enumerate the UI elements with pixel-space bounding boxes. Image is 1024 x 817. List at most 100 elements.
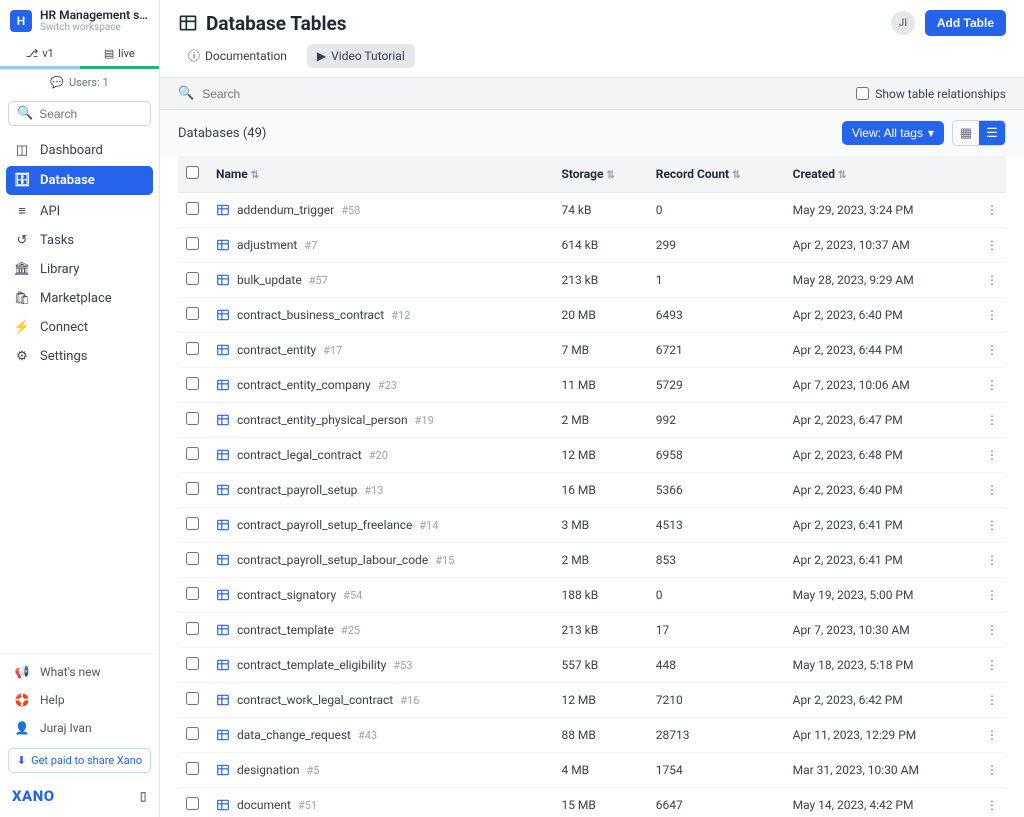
col-record-count[interactable]: Record Count⇅ — [648, 156, 785, 193]
row-checkbox[interactable] — [186, 692, 199, 705]
table-row[interactable]: contract_signatory #54188 kB0May 19, 202… — [178, 578, 1006, 613]
table-row[interactable]: contract_entity_company #2311 MB5729Apr … — [178, 368, 1006, 403]
row-checkbox[interactable] — [186, 482, 199, 495]
row-menu-button[interactable]: ⋮ — [978, 298, 1006, 333]
row-select — [178, 438, 208, 473]
row-checkbox[interactable] — [186, 517, 199, 530]
row-checkbox[interactable] — [186, 377, 199, 390]
nav-dashboard[interactable]: ◫Dashboard — [0, 136, 159, 165]
row-menu-button[interactable]: ⋮ — [978, 718, 1006, 753]
table-row[interactable]: contract_work_legal_contract #1612 MB721… — [178, 683, 1006, 718]
table-row[interactable]: contract_entity_physical_person #192 MB9… — [178, 403, 1006, 438]
nav-api[interactable]: ≡API — [0, 196, 159, 226]
row-checkbox[interactable] — [186, 552, 199, 565]
row-menu-button[interactable]: ⋮ — [978, 438, 1006, 473]
table-row[interactable]: contract_payroll_setup_labour_code #152 … — [178, 543, 1006, 578]
table-row[interactable]: adjustment #7614 kB299Apr 2, 2023, 10:37… — [178, 228, 1006, 263]
nav-database[interactable]: 🗄Database — [6, 166, 153, 195]
row-checkbox[interactable] — [186, 587, 199, 600]
row-checkbox[interactable] — [186, 657, 199, 670]
col-name[interactable]: Name⇅ — [208, 156, 553, 193]
row-checkbox[interactable] — [186, 762, 199, 775]
nav-connect[interactable]: ⚡Connect — [0, 313, 159, 342]
main-nav: ◫Dashboard 🗄Database ≡API ↺Tasks 🏛Librar… — [0, 132, 159, 375]
table-row[interactable]: contract_payroll_setup_freelance #143 MB… — [178, 508, 1006, 543]
table-row[interactable]: contract_legal_contract #2012 MB6958Apr … — [178, 438, 1006, 473]
row-menu-button[interactable]: ⋮ — [978, 333, 1006, 368]
row-name: contract_entity_company — [237, 378, 371, 392]
table-row[interactable]: contract_entity #177 MB6721Apr 2, 2023, … — [178, 333, 1006, 368]
view-tags-button[interactable]: View: All tags▾ — [842, 121, 944, 145]
collapse-icon[interactable]: ▯ — [140, 789, 147, 803]
row-menu-button[interactable]: ⋮ — [978, 788, 1006, 817]
row-name: contract_template_eligibility — [237, 658, 386, 672]
row-menu-button[interactable]: ⋮ — [978, 508, 1006, 543]
row-name: contract_signatory — [237, 588, 336, 602]
table-row[interactable]: bulk_update #57213 kB1May 28, 2023, 9:29… — [178, 263, 1006, 298]
row-checkbox[interactable] — [186, 727, 199, 740]
row-checkbox[interactable] — [186, 342, 199, 355]
row-menu-button[interactable]: ⋮ — [978, 403, 1006, 438]
row-checkbox[interactable] — [186, 622, 199, 635]
row-checkbox[interactable] — [186, 412, 199, 425]
nav-tasks[interactable]: ↺Tasks — [0, 226, 159, 255]
row-record-count: 4513 — [648, 508, 785, 543]
row-checkbox[interactable] — [186, 797, 199, 810]
col-storage[interactable]: Storage⇅ — [553, 156, 647, 193]
nav-marketplace[interactable]: 🛍Marketplace — [0, 284, 159, 313]
workspace-switcher[interactable]: H HR Management sy... Switch workspace — [0, 0, 159, 41]
table-row[interactable]: addendum_trigger #5874 kB0May 29, 2023, … — [178, 193, 1006, 228]
connect-icon: ⚡ — [14, 320, 30, 335]
row-menu-button[interactable]: ⋮ — [978, 753, 1006, 788]
row-menu-button[interactable]: ⋮ — [978, 368, 1006, 403]
row-checkbox[interactable] — [186, 237, 199, 250]
table-row[interactable]: contract_template #25213 kB17Apr 7, 2023… — [178, 613, 1006, 648]
row-menu-button[interactable]: ⋮ — [978, 263, 1006, 298]
table-search-input[interactable] — [202, 87, 848, 101]
env-tab-v1[interactable]: ⎇ v1 — [0, 41, 80, 69]
nav-whatsnew[interactable]: 📢What's new — [0, 658, 159, 686]
row-menu-button[interactable]: ⋮ — [978, 648, 1006, 683]
col-created[interactable]: Created⇅ — [785, 156, 978, 193]
show-relationships-toggle[interactable]: Show table relationships — [856, 87, 1006, 101]
row-menu-button[interactable]: ⋮ — [978, 613, 1006, 648]
table-row[interactable]: document #5115 MB6647May 14, 2023, 4:42 … — [178, 788, 1006, 817]
env-tab-live[interactable]: ▤ live — [80, 41, 160, 69]
user-avatar[interactable]: JI — [891, 11, 915, 35]
documentation-link[interactable]: ⓘDocumentation — [178, 42, 297, 69]
row-checkbox[interactable] — [186, 272, 199, 285]
add-table-button[interactable]: Add Table — [925, 10, 1006, 36]
row-menu-button[interactable]: ⋮ — [978, 543, 1006, 578]
nav-library[interactable]: 🏛Library — [0, 255, 159, 284]
show-relationships-checkbox[interactable] — [856, 87, 869, 100]
users-bar[interactable]: 💬 Users: 1 — [0, 70, 159, 95]
grid-view-button[interactable]: ▦ — [953, 121, 979, 145]
list-view-button[interactable]: ☰ — [979, 121, 1005, 145]
row-menu-button[interactable]: ⋮ — [978, 228, 1006, 263]
row-checkbox[interactable] — [186, 447, 199, 460]
row-record-count: 6647 — [648, 788, 785, 817]
nav-user[interactable]: 👤Juraj Ivan — [0, 714, 159, 742]
table-row[interactable]: contract_business_contract #1220 MB6493A… — [178, 298, 1006, 333]
table-row[interactable]: contract_payroll_setup #1316 MB5366Apr 2… — [178, 473, 1006, 508]
row-checkbox[interactable] — [186, 202, 199, 215]
row-menu-button[interactable]: ⋮ — [978, 473, 1006, 508]
nav-settings[interactable]: ⚙Settings — [0, 342, 159, 371]
row-id: #5 — [306, 764, 319, 777]
sidebar-search-input[interactable] — [39, 107, 142, 121]
row-menu-button[interactable]: ⋮ — [978, 193, 1006, 228]
video-tutorial-link[interactable]: ▶Video Tutorial — [307, 44, 415, 68]
table-row[interactable]: data_change_request #4388 MB28713Apr 11,… — [178, 718, 1006, 753]
row-menu-button[interactable]: ⋮ — [978, 683, 1006, 718]
tables-list: Name⇅ Storage⇅ Record Count⇅ Created⇅ ad… — [178, 156, 1006, 817]
share-button[interactable]: ⬇Get paid to share Xano — [8, 748, 151, 773]
select-all-checkbox[interactable] — [186, 166, 199, 179]
nav-help[interactable]: 🛟Help — [0, 686, 159, 714]
nav-tasks-label: Tasks — [40, 233, 74, 248]
row-menu-button[interactable]: ⋮ — [978, 578, 1006, 613]
table-row[interactable]: designation #54 MB1754Mar 31, 2023, 10:3… — [178, 753, 1006, 788]
row-checkbox[interactable] — [186, 307, 199, 320]
table-row[interactable]: contract_template_eligibility #53557 kB4… — [178, 648, 1006, 683]
sidebar-search[interactable]: 🔍 — [8, 101, 151, 126]
row-id: #7 — [304, 239, 317, 252]
